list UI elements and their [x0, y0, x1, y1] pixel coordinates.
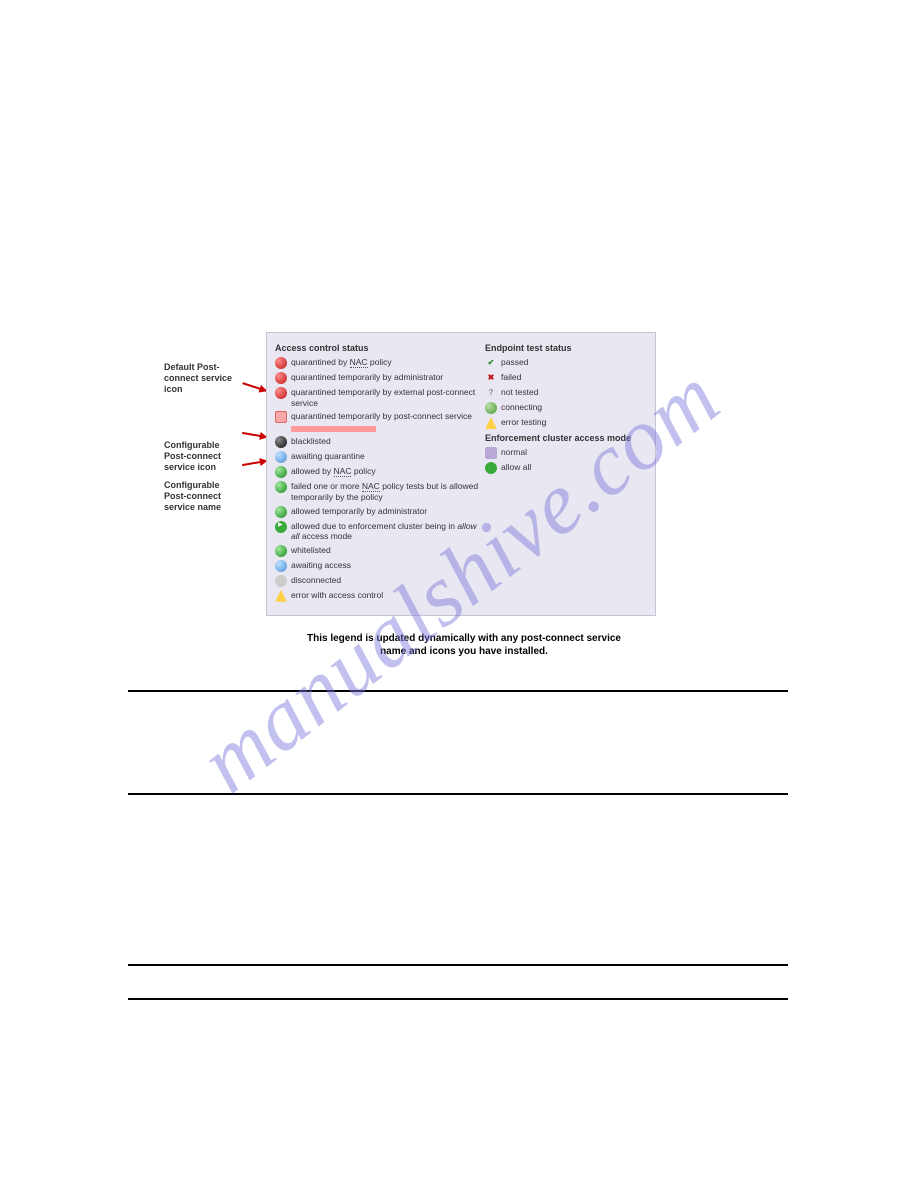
arrow-icon: [242, 382, 266, 392]
divider: [128, 690, 788, 692]
check-icon: [485, 357, 497, 369]
list-item: failed one or more NAC policy tests but …: [275, 481, 485, 502]
item-label: quarantined temporarily by post-connect …: [291, 411, 472, 422]
quarantine-config-icon: [275, 411, 287, 423]
item-label: passed: [501, 357, 528, 368]
item-label: not tested: [501, 387, 538, 398]
enforcement-header: Enforcement cluster access mode: [485, 433, 645, 443]
list-item: error with access control: [275, 590, 485, 602]
highlight-bar: [291, 426, 376, 432]
x-icon: [485, 372, 497, 384]
divider: [128, 793, 788, 795]
quarantine-icon: [275, 357, 287, 369]
callout-config-name: Configurable Post-connect service name: [164, 480, 244, 512]
item-label: connecting: [501, 402, 542, 413]
allowed-icon: [275, 506, 287, 518]
item-label: error with access control: [291, 590, 383, 601]
arrow-icon: [242, 460, 267, 466]
item-label: quarantined by NAC policy: [291, 357, 392, 368]
list-item: failed: [485, 372, 645, 384]
callout-config-icon: Configurable Post-connect service icon: [164, 440, 244, 472]
disconnect-icon: [275, 575, 287, 587]
list-item: normal: [485, 447, 645, 459]
clock-icon: [275, 560, 287, 572]
item-label: error testing: [501, 417, 546, 428]
list-item: not tested: [485, 387, 645, 399]
list-item: quarantined by NAC policy: [275, 357, 485, 369]
item-label: normal: [501, 447, 527, 458]
list-item: allowed temporarily by administrator: [275, 506, 485, 518]
list-item: disconnected: [275, 575, 485, 587]
allowed-icon: [275, 466, 287, 478]
list-item: blacklisted: [275, 436, 485, 448]
normal-mode-icon: [485, 447, 497, 459]
legend-right-column: Endpoint test status passed failed not t…: [485, 339, 645, 605]
list-item: allowed due to enforcement cluster being…: [275, 521, 485, 542]
list-item: error testing: [485, 417, 645, 429]
callout-default-icon: Default Post-connect service icon: [164, 362, 244, 394]
figure-caption: This legend is updated dynamically with …: [294, 632, 634, 658]
item-label: allowed by NAC policy: [291, 466, 376, 477]
allowed-icon: [275, 481, 287, 493]
list-item: connecting: [485, 402, 645, 414]
item-label: blacklisted: [291, 436, 331, 447]
access-control-header: Access control status: [275, 343, 485, 353]
item-label: awaiting quarantine: [291, 451, 365, 462]
item-label: failed: [501, 372, 521, 383]
item-label: awaiting access: [291, 560, 351, 571]
warning-icon: [275, 590, 287, 602]
allow-all-icon: [485, 462, 497, 474]
endpoint-test-header: Endpoint test status: [485, 343, 645, 353]
item-label: disconnected: [291, 575, 341, 586]
list-item: awaiting access: [275, 560, 485, 572]
arrow-icon: [242, 432, 267, 438]
clock-icon: [275, 451, 287, 463]
sync-icon: [485, 402, 497, 414]
allowed-arrow-icon: [275, 521, 287, 533]
list-item: whitelisted: [275, 545, 485, 557]
legend-left-column: Access control status quarantined by NAC…: [275, 339, 485, 605]
legend-panel: Access control status quarantined by NAC…: [266, 332, 656, 616]
item-label: allowed temporarily by administrator: [291, 506, 427, 517]
warning-icon: [485, 417, 497, 429]
quarantine-icon: [275, 387, 287, 399]
list-item: quarantined temporarily by administrator: [275, 372, 485, 384]
list-item: quarantined temporarily by external post…: [275, 387, 485, 408]
list-item: allow all: [485, 462, 645, 474]
list-item: awaiting quarantine: [275, 451, 485, 463]
item-label: allow all: [501, 462, 531, 473]
item-label: allowed due to enforcement cluster being…: [291, 521, 485, 542]
list-item: quarantined temporarily by post-connect …: [275, 411, 485, 423]
item-label: failed one or more NAC policy tests but …: [291, 481, 485, 502]
item-label: quarantined temporarily by administrator: [291, 372, 443, 383]
divider: [128, 998, 788, 1000]
list-item: passed: [485, 357, 645, 369]
whitelist-icon: [275, 545, 287, 557]
list-item: allowed by NAC policy: [275, 466, 485, 478]
blacklist-icon: [275, 436, 287, 448]
item-label: whitelisted: [291, 545, 331, 556]
quarantine-icon: [275, 372, 287, 384]
item-label: quarantined temporarily by external post…: [291, 387, 485, 408]
question-icon: [485, 387, 497, 399]
divider: [128, 964, 788, 966]
